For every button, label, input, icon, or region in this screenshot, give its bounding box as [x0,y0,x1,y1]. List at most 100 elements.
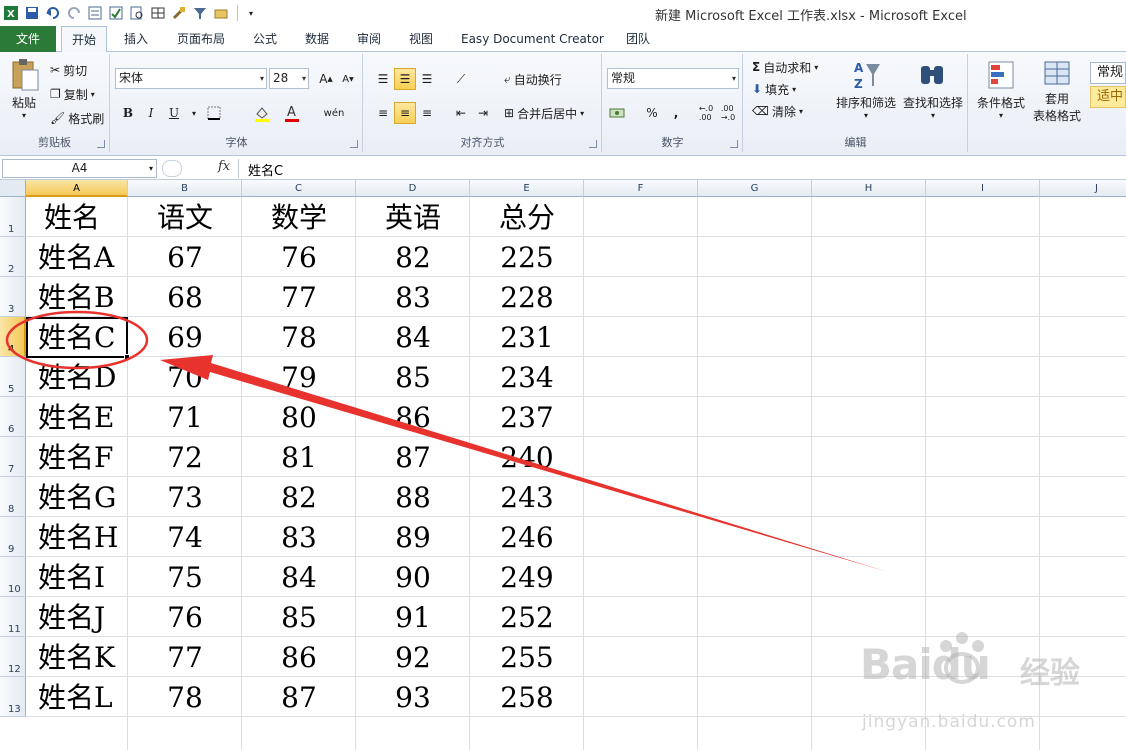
cell-c7[interactable]: 81 [242,438,356,478]
cell-a1[interactable]: 姓名 [26,198,128,238]
cell-d12[interactable]: 92 [356,638,470,678]
column-header-i[interactable]: I [926,180,1040,197]
tab-page-layout[interactable]: 页面布局 [177,26,225,52]
cell-d2[interactable]: 82 [356,238,470,278]
cell-a7[interactable]: 姓名F [26,438,128,478]
row-header-13[interactable]: 13 [0,677,26,717]
fill-handle[interactable] [124,354,130,360]
cell-e7[interactable]: 240 [470,438,584,478]
cell-a12[interactable]: 姓名K [26,638,128,678]
cell-a11[interactable]: 姓名J [26,598,128,638]
clear-dropdown-icon[interactable]: ▾ [799,107,803,116]
cell-b6[interactable]: 71 [128,398,242,438]
font-name-select[interactable]: 宋体 ▾ [115,68,267,89]
currency-icon[interactable] [607,102,629,124]
row-header-3[interactable]: 3 [0,277,26,317]
cell-e6[interactable]: 237 [470,398,584,438]
autosum-button[interactable]: Σ 自动求和 ▾ [752,57,818,77]
cell-b8[interactable]: 73 [128,478,242,518]
cell-c8[interactable]: 82 [242,478,356,518]
fill-button[interactable]: ⬇ 填充 ▾ [752,79,796,99]
cell-a6[interactable]: 姓名E [26,398,128,438]
underline-button[interactable]: U [163,102,185,124]
autosum-dropdown-icon[interactable]: ▾ [814,63,818,72]
cell-a8[interactable]: 姓名G [26,478,128,518]
cell-a13[interactable]: 姓名L [26,678,128,718]
column-header-a[interactable]: A [26,180,128,197]
font-color-button[interactable]: A [281,102,303,124]
cell-b7[interactable]: 72 [128,438,242,478]
cell-b9[interactable]: 74 [128,518,242,558]
wrap-text-button[interactable]: ⤶ 自动换行 [504,69,562,89]
cell-d5[interactable]: 85 [356,358,470,398]
decrease-decimal-icon[interactable]: .00 →.0 [717,102,739,124]
row-header-10[interactable]: 10 [0,557,26,597]
cell-e13[interactable]: 258 [470,678,584,718]
column-header-c[interactable]: C [242,180,356,197]
cell-b13[interactable]: 78 [128,678,242,718]
column-header-h[interactable]: H [812,180,926,197]
formula-input[interactable]: 姓名C [248,160,283,179]
row-header-12[interactable]: 12 [0,637,26,677]
spelling-icon[interactable] [107,4,125,22]
copy-dropdown-icon[interactable]: ▾ [91,90,95,99]
format-painter-button[interactable]: 🖌 格式刷 [50,108,104,128]
number-format-select[interactable]: 常规 ▾ [607,68,739,89]
clipboard-launcher-icon[interactable] [97,140,105,148]
clear-button[interactable]: ⌫ 清除 ▾ [752,101,803,121]
paste-dropdown-icon[interactable]: ▾ [6,111,42,120]
grow-font-icon[interactable]: A ▲ [315,68,337,90]
row-header-1[interactable]: 1 [0,197,26,237]
worksheet-grid[interactable]: ABCDEFGHIJ 1 2 3 4 5 6 7 8 9 10 11 12 13 姓名 语文 数学 英语 总分姓… [0,180,1126,750]
cell-d8[interactable]: 88 [356,478,470,518]
tab-formulas[interactable]: 公式 [253,26,277,52]
fill-color-button[interactable] [251,102,273,124]
cell-b2[interactable]: 67 [128,238,242,278]
cut-button[interactable]: ✂ 剪切 [50,60,87,80]
redo-icon[interactable] [65,4,83,22]
cell-e12[interactable]: 255 [470,638,584,678]
tab-view[interactable]: 视图 [409,26,433,52]
column-header-f[interactable]: F [584,180,698,197]
brush-icon[interactable] [170,4,188,22]
cell-a9[interactable]: 姓名H [26,518,128,558]
conditional-format-dropdown-icon[interactable]: ▾ [973,111,1029,120]
tab-data[interactable]: 数据 [305,26,329,52]
tab-home[interactable]: 开始 [61,26,108,53]
cell-e4[interactable]: 231 [470,318,584,358]
cell-b1[interactable]: 语文 [128,198,242,238]
row-header-5[interactable]: 5 [0,357,26,397]
column-header-j[interactable]: J [1040,180,1126,197]
align-left-icon[interactable]: ≡ [372,102,394,124]
row-header-6[interactable]: 6 [0,397,26,437]
decrease-indent-icon[interactable]: ⇤ [450,102,472,124]
alignment-launcher-icon[interactable] [589,140,597,148]
undo-icon[interactable] [44,4,62,22]
cell-c11[interactable]: 85 [242,598,356,638]
cell-b11[interactable]: 76 [128,598,242,638]
cell-style-normal[interactable]: 常规 [1090,62,1126,84]
row-header-4[interactable]: 4 [0,317,26,357]
cell-c6[interactable]: 80 [242,398,356,438]
cell-b5[interactable]: 70 [128,358,242,398]
row-header-8[interactable]: 8 [0,477,26,517]
cell-e10[interactable]: 249 [470,558,584,598]
customize-qat-icon[interactable]: ▾ [242,4,260,22]
cell-b12[interactable]: 77 [128,638,242,678]
cell-a3[interactable]: 姓名B [26,278,128,318]
underline-dropdown-icon[interactable]: ▾ [183,102,205,124]
conditional-format-button[interactable]: 条件格式 ▾ [973,58,1029,120]
find-select-dropdown-icon[interactable]: ▾ [900,111,966,120]
cell-d11[interactable]: 91 [356,598,470,638]
cell-style-neutral[interactable]: 适中 [1090,86,1126,108]
name-box[interactable]: A4 ▾ [2,159,157,178]
formula-bar-resize-handle[interactable] [162,160,182,177]
font-size-select[interactable]: 28 ▾ [269,68,309,89]
tab-team[interactable]: 团队 [626,26,650,52]
percent-button[interactable]: % [641,102,663,124]
tab-easy-document-creator[interactable]: Easy Document Creator [461,26,604,52]
italic-button[interactable]: I [140,102,162,124]
cell-c4[interactable]: 78 [242,318,356,358]
cell-c12[interactable]: 86 [242,638,356,678]
cell-c13[interactable]: 87 [242,678,356,718]
